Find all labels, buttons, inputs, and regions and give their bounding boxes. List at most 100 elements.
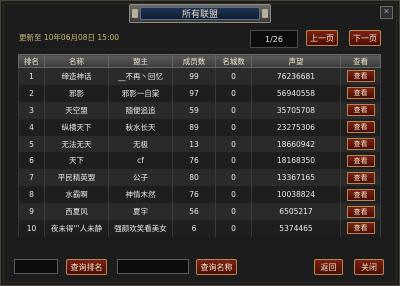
- cell-name: 夜未得'''人未静: [44, 220, 109, 237]
- cell-leader: 无极: [108, 135, 173, 153]
- cell-prestige: 5374465: [251, 220, 341, 237]
- rank-search-input[interactable]: [14, 259, 58, 274]
- search-rank-button[interactable]: 查询排名: [66, 259, 107, 275]
- cell-members: 59: [172, 101, 216, 119]
- name-search-input[interactable]: [117, 259, 189, 274]
- table-row: 8 水霸啊 神情木然 76 0 10038824 查看: [18, 186, 381, 204]
- col-leader: 盟主: [108, 54, 173, 68]
- cell-name: 纵横天下: [44, 118, 109, 136]
- cell-view: 查看: [340, 135, 381, 153]
- title-cap-right: [262, 9, 268, 18]
- cell-leader: cf: [108, 152, 173, 170]
- next-page-button[interactable]: 下一页: [349, 30, 381, 46]
- col-view: 查看: [340, 54, 381, 68]
- cell-name: 天下: [44, 152, 109, 170]
- cell-prestige: 76236681: [251, 67, 341, 85]
- cell-rank: 10: [18, 220, 45, 237]
- cell-cities: 0: [215, 152, 252, 170]
- cell-rank: 6: [18, 152, 45, 170]
- cell-view: 查看: [340, 152, 381, 170]
- view-button[interactable]: 查看: [346, 188, 375, 201]
- updated-time: 更新至 10年06月08日 15:00: [19, 33, 120, 42]
- close-icon[interactable]: ✕: [380, 6, 393, 19]
- table-row: 4 纵横天下 秋水长天 89 0 23275306 查看: [18, 118, 381, 136]
- view-button[interactable]: 查看: [346, 171, 375, 184]
- view-button[interactable]: 查看: [346, 205, 375, 218]
- view-button[interactable]: 查看: [346, 121, 375, 134]
- cell-leader: 夏宇: [108, 203, 173, 221]
- cell-prestige: 23275306: [251, 118, 341, 136]
- cell-members: 6: [172, 220, 216, 237]
- close-button[interactable]: 关闭: [354, 259, 384, 275]
- title-cap-left: [132, 9, 138, 18]
- cell-members: 76: [172, 152, 216, 170]
- table-row: 6 天下 cf 76 0 18168350 查看: [18, 152, 381, 170]
- cell-cities: 0: [215, 169, 252, 187]
- cell-leader: 神情木然: [108, 186, 173, 204]
- cell-leader: 邪影一自棠: [108, 84, 173, 102]
- view-button[interactable]: 查看: [346, 70, 375, 83]
- cell-leader: 随便追追: [108, 101, 173, 119]
- cell-name: 西夏风: [44, 203, 109, 221]
- table-row: 3 天空盟 随便追追 59 0 35705708 查看: [18, 101, 381, 119]
- page-indicator: 1/26: [250, 30, 298, 48]
- cell-members: 76: [172, 186, 216, 204]
- cell-rank: 4: [18, 118, 45, 136]
- cell-view: 查看: [340, 203, 381, 221]
- cell-rank: 2: [18, 84, 45, 102]
- view-button[interactable]: 查看: [346, 104, 375, 117]
- table-row: 2 邪影 邪影一自棠 97 0 56940558 查看: [18, 84, 381, 102]
- col-rank: 排名: [18, 54, 45, 68]
- cell-leader: 秋水长天: [108, 118, 173, 136]
- view-button[interactable]: 查看: [346, 138, 375, 150]
- view-button[interactable]: 查看: [346, 222, 375, 235]
- alliance-table: 排名 名称 盟主 成员数 名城数 声望 查看 1 缔造神话 __不再丶回忆 99 0 76…: [18, 54, 381, 237]
- alliance-window: 所有联盟 ✕ 更新至 10年06月08日 15:00 1/26 上一页 下一页 …: [0, 0, 400, 286]
- cell-members: 13: [172, 135, 216, 153]
- col-members: 成员数: [172, 54, 216, 68]
- cell-prestige: 35705708: [251, 101, 341, 119]
- cell-cities: 0: [215, 84, 252, 102]
- cell-prestige: 13367165: [251, 169, 341, 187]
- cell-view: 查看: [340, 186, 381, 204]
- search-name-button[interactable]: 查询名称: [196, 259, 237, 275]
- cell-name: 缔造神话: [44, 67, 109, 85]
- table-row: 10 夜未得'''人未静 强颜欢笑看美女 6 0 5374465 查看: [18, 220, 381, 237]
- cell-view: 查看: [340, 169, 381, 187]
- cell-prestige: 18168350: [251, 152, 341, 170]
- cell-name: 天空盟: [44, 101, 109, 119]
- cell-prestige: 56940558: [251, 84, 341, 102]
- cell-name: 水霸啊: [44, 186, 109, 204]
- cell-leader: 公子: [108, 169, 173, 187]
- cell-cities: 0: [215, 220, 252, 237]
- cell-leader: 强颜欢笑看美女: [108, 220, 173, 237]
- table-row: 5 无法无天 无极 13 0 18660942 查看: [18, 135, 381, 153]
- cell-members: 99: [172, 67, 216, 85]
- cell-rank: 9: [18, 203, 45, 221]
- window-title: 所有联盟: [181, 10, 218, 20]
- title-bar: 所有联盟: [140, 7, 260, 20]
- cell-rank: 7: [18, 169, 45, 187]
- cell-view: 查看: [340, 67, 381, 85]
- cell-members: 89: [172, 118, 216, 136]
- prev-page-button[interactable]: 上一页: [306, 30, 338, 46]
- cell-cities: 0: [215, 101, 252, 119]
- col-cities: 名城数: [215, 54, 252, 68]
- table-row: 7 平民精英盟 公子 80 0 13367165 查看: [18, 169, 381, 187]
- cell-prestige: 10038824: [251, 186, 341, 204]
- cell-members: 80: [172, 169, 216, 187]
- cell-view: 查看: [340, 101, 381, 119]
- cell-cities: 0: [215, 67, 252, 85]
- cell-rank: 5: [18, 135, 45, 153]
- col-name: 名称: [44, 54, 109, 68]
- table-row: 9 西夏风 夏宇 56 0 6505217 查看: [18, 203, 381, 221]
- back-button[interactable]: 返回: [314, 259, 343, 275]
- cell-name: 邪影: [44, 84, 109, 102]
- cell-rank: 8: [18, 186, 45, 204]
- cell-leader: __不再丶回忆: [108, 67, 173, 85]
- view-button[interactable]: 查看: [346, 154, 375, 167]
- cell-rank: 1: [18, 67, 45, 85]
- table-row: 1 缔造神话 __不再丶回忆 99 0 76236681 查看: [18, 67, 381, 85]
- cell-members: 97: [172, 84, 216, 102]
- view-button[interactable]: 查看: [346, 87, 375, 100]
